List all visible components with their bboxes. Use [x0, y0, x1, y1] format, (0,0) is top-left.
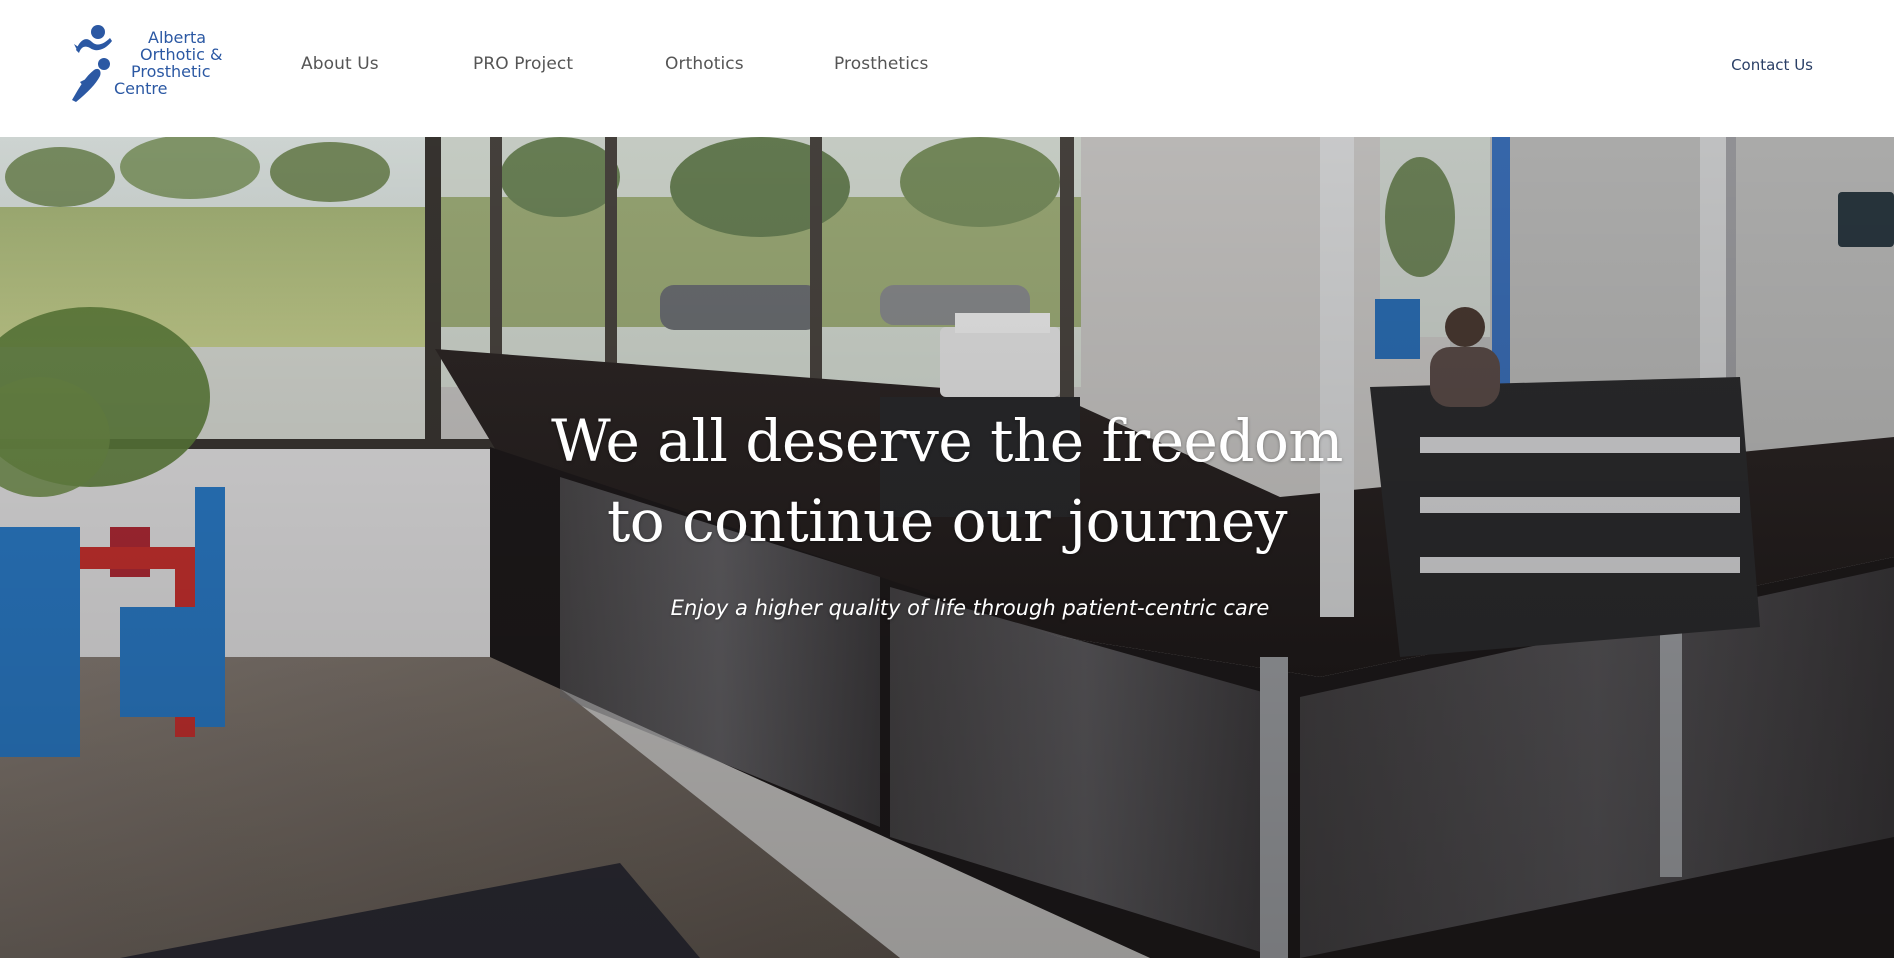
nav-orthotics[interactable]: Orthotics — [665, 54, 744, 74]
nav-prosthetics[interactable]: Prosthetics — [834, 54, 928, 74]
hero-subtitle: Enjoy a higher quality of life through p… — [670, 596, 1270, 620]
hero-title-line: We all deserve the freedom — [551, 407, 1343, 475]
nav-about-us[interactable]: About Us — [301, 54, 379, 74]
hero-title: We all deserve the freedom to continue o… — [0, 401, 1894, 561]
hero-title-line: to continue our journey — [606, 487, 1288, 555]
main-nav: About Us PRO Project Orthotics Prostheti… — [0, 0, 1000, 137]
contact-us-link[interactable]: Contact Us — [1731, 56, 1813, 74]
site-header: Alberta Orthotic & Prosthetic Centre Abo… — [0, 0, 1894, 137]
nav-pro-project[interactable]: PRO Project — [473, 54, 573, 74]
hero-section: We all deserve the freedom to continue o… — [0, 137, 1894, 958]
